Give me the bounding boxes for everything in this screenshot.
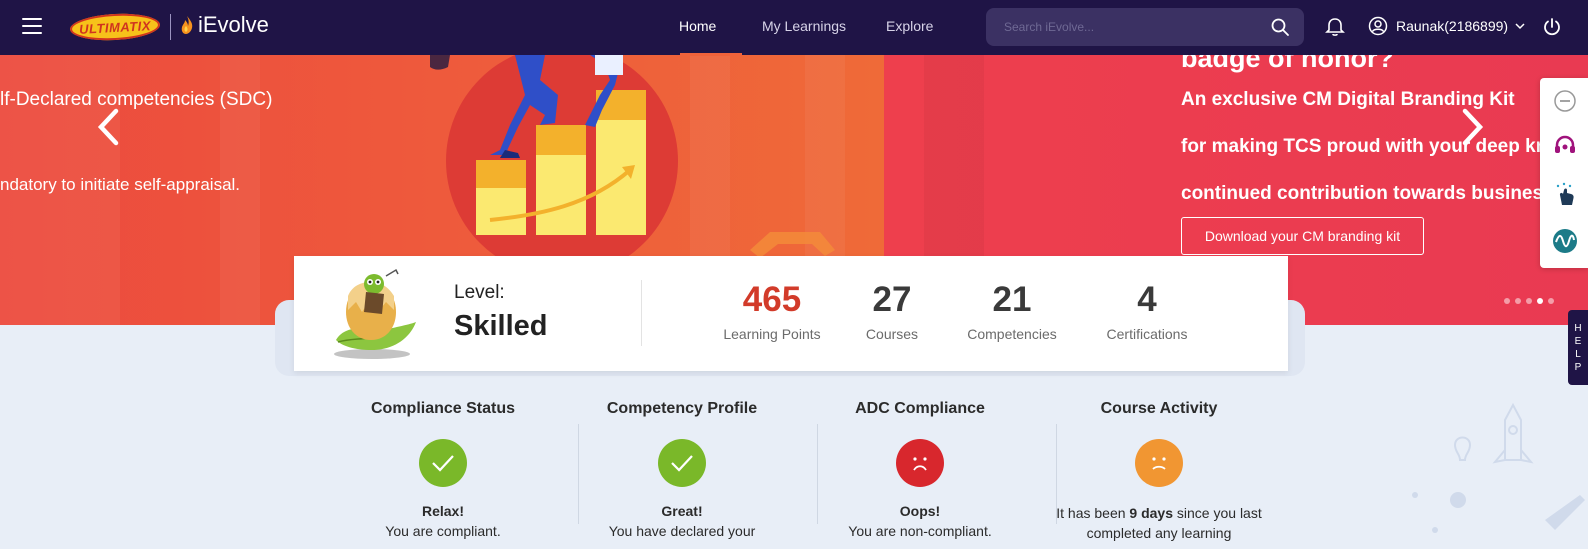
menu-icon[interactable] — [22, 18, 42, 34]
carousel-dot-active[interactable] — [1537, 298, 1543, 304]
section-subtext: It has been 9 days since you last comple… — [1040, 503, 1278, 543]
stat-value: 4 — [1137, 280, 1157, 319]
sad-face-icon — [896, 439, 944, 487]
check-icon — [658, 439, 706, 487]
decorative-background-illustration — [1412, 402, 1585, 533]
support-headset-icon[interactable] — [1552, 133, 1578, 159]
download-branding-kit-button[interactable]: Download your CM branding kit — [1181, 217, 1424, 255]
section-subtext: You are non-compliant. — [848, 523, 992, 539]
nav-explore[interactable]: Explore — [886, 18, 933, 34]
section-headline: Relax! — [421, 503, 465, 519]
stat-competencies[interactable]: 21 Competencies — [962, 280, 1062, 342]
activity-text-before: It has been — [1056, 505, 1130, 521]
stat-label: Learning Points — [723, 326, 821, 342]
banner-left-line2: ndatory to initiate self-appraisal. — [0, 175, 241, 194]
carousel-dot[interactable] — [1548, 298, 1554, 304]
ievolve-logo[interactable]: iEvolve — [180, 12, 269, 38]
stat-courses[interactable]: 27 Courses — [852, 280, 932, 342]
activity-days: 9 days — [1129, 505, 1174, 521]
level-value: Skilled — [454, 310, 548, 342]
section-headline: Great! — [661, 503, 703, 519]
section-subtext: You are compliant. — [385, 523, 501, 539]
power-icon[interactable] — [1541, 16, 1563, 38]
help-letter: P — [1574, 361, 1582, 373]
course-activity-section[interactable]: Course Activity It has been 9 days since… — [1040, 400, 1278, 543]
banner-right-line2: for making TCS proud with your deep kn — [1181, 136, 1548, 157]
notification-bell-icon[interactable] — [1324, 16, 1346, 38]
logo-divider — [170, 14, 171, 40]
carousel-prev-arrow-icon[interactable] — [96, 107, 120, 147]
help-letter: L — [1575, 348, 1581, 360]
adc-compliance-section[interactable]: ADC Compliance Oops! You are non-complia… — [801, 400, 1039, 541]
hand-click-icon[interactable] — [1552, 181, 1578, 207]
user-name: Raunak(2186899) — [1396, 18, 1509, 34]
nav-home[interactable]: Home — [679, 18, 716, 34]
section-title: Course Activity — [1100, 400, 1218, 417]
ultimatix-logo-text: ULTIMATIX — [78, 17, 152, 37]
learning-stats-card: Level: Skilled 465 Learning Points 27 Co… — [294, 256, 1288, 371]
nav-my-learnings[interactable]: My Learnings — [762, 18, 846, 34]
search-box — [986, 8, 1304, 46]
carousel-dot[interactable] — [1504, 298, 1510, 304]
ultimatix-logo[interactable]: ULTIMATIX — [69, 11, 161, 43]
section-title: Compliance Status — [370, 400, 516, 417]
search-icon[interactable] — [1270, 17, 1290, 37]
carousel-dots — [1504, 298, 1554, 304]
floating-toolbar — [1540, 78, 1588, 268]
section-title: ADC Compliance — [855, 400, 985, 417]
nav-active-indicator — [680, 53, 742, 56]
chevron-down-icon — [1515, 23, 1525, 30]
stat-learning-points[interactable]: 465 Learning Points — [722, 280, 822, 342]
competency-profile-section[interactable]: Competency Profile Great! You have decla… — [563, 400, 801, 541]
section-subtext: You have declared your — [608, 523, 756, 539]
stat-value: 465 — [742, 280, 802, 319]
search-input[interactable] — [1004, 20, 1254, 34]
stats-divider — [641, 280, 642, 346]
stat-value: 27 — [872, 280, 912, 319]
top-navbar: ULTIMATIX iEvolve Home My Learnings Expl… — [0, 0, 1588, 56]
ievolve-logo-text: iEvolve — [198, 12, 269, 37]
banner-right-line3: continued contribution towards business — [1181, 183, 1554, 204]
section-headline: Oops! — [899, 503, 941, 519]
carousel-dot[interactable] — [1526, 298, 1532, 304]
stat-label: Certifications — [1106, 326, 1188, 342]
stat-value: 21 — [992, 280, 1032, 319]
level-label: Level: — [454, 282, 505, 303]
skilled-level-badge-icon — [334, 268, 416, 359]
check-icon — [419, 439, 467, 487]
help-letter: E — [1574, 335, 1582, 347]
help-tab[interactable]: H E L P — [1568, 310, 1588, 385]
carousel-dot[interactable] — [1515, 298, 1521, 304]
flame-icon — [181, 16, 193, 34]
minimize-icon[interactable] — [1552, 88, 1578, 114]
user-avatar-icon — [1368, 16, 1388, 36]
pulse-icon[interactable] — [1552, 228, 1578, 254]
steps-illustration — [430, 55, 646, 235]
unhappy-face-icon — [1135, 439, 1183, 487]
banner-right-heading: badge of honor? — [1181, 55, 1394, 73]
banner-left-line1: lf-Declared competencies (SDC) — [0, 89, 273, 110]
section-title: Competency Profile — [606, 400, 758, 417]
user-menu[interactable]: Raunak(2186899) — [1368, 16, 1526, 36]
stat-certifications[interactable]: 4 Certifications — [1097, 280, 1197, 342]
stat-label: Courses — [865, 326, 919, 342]
help-letter: H — [1574, 322, 1582, 334]
compliance-status-section[interactable]: Compliance Status Relax! You are complia… — [324, 400, 562, 541]
stat-label: Competencies — [967, 326, 1057, 342]
carousel-next-arrow-icon[interactable] — [1461, 107, 1485, 147]
